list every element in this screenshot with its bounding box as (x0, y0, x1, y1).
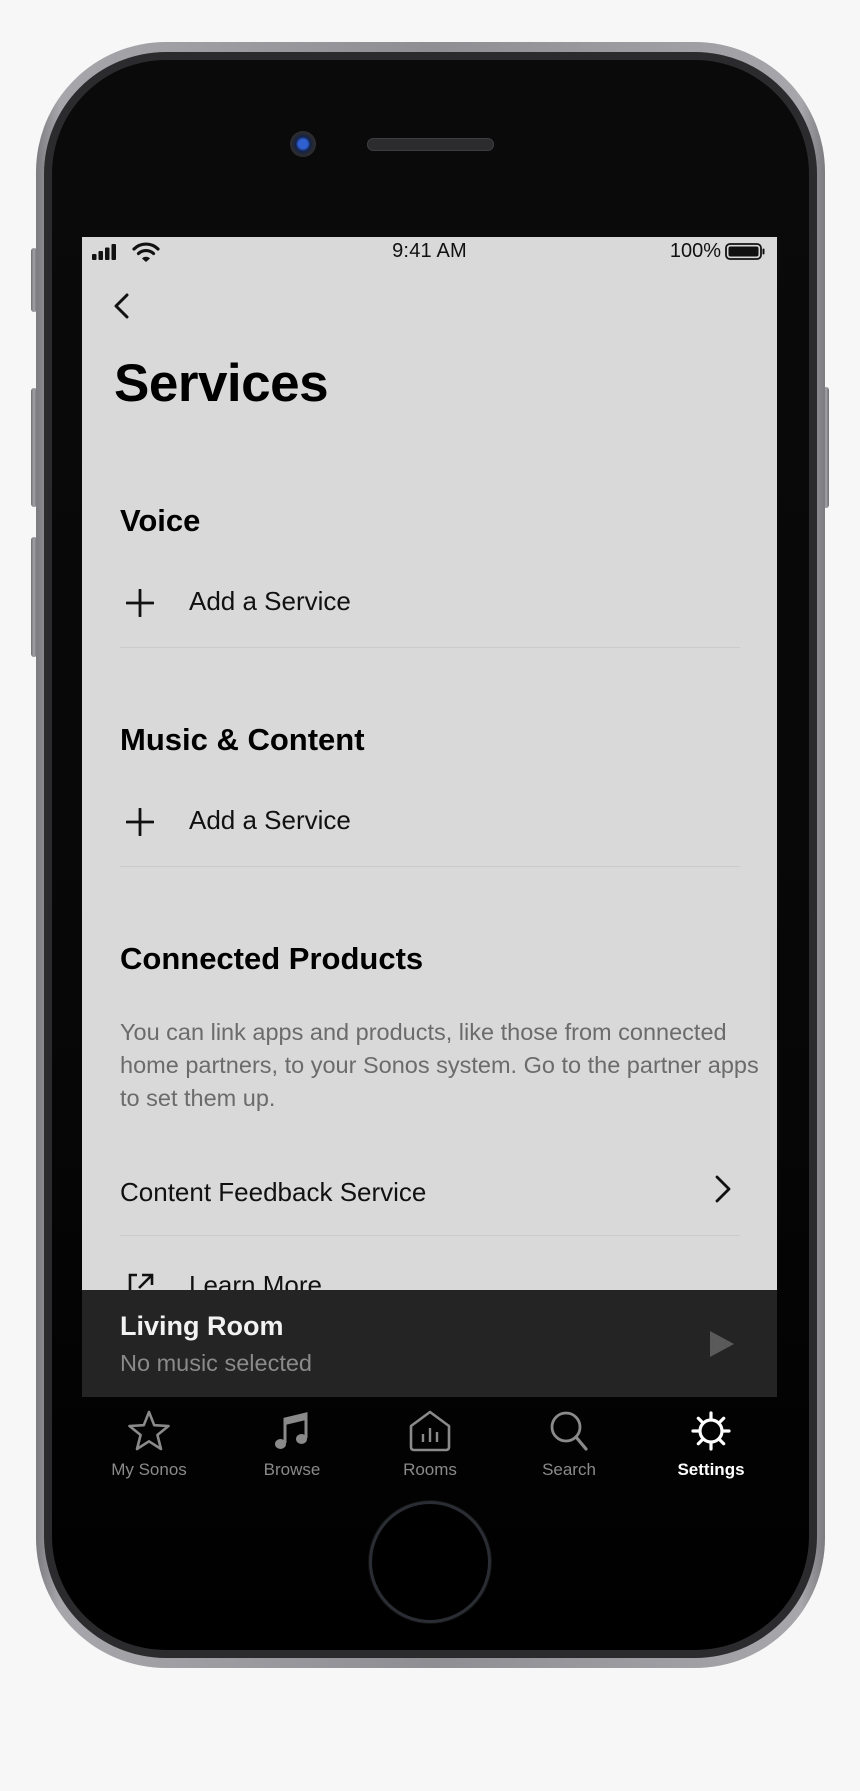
mini-player[interactable]: Living Room No music selected (82, 1290, 777, 1397)
section-heading-voice: Voice (120, 503, 201, 538)
divider (120, 647, 740, 648)
tab-label: Rooms (403, 1460, 457, 1479)
divider (120, 1235, 740, 1236)
page-title: Services (114, 354, 329, 413)
tab-search[interactable]: Search (509, 1397, 629, 1487)
play-button[interactable] (709, 1330, 735, 1358)
music-add-service-row[interactable]: Add a Service (120, 791, 740, 865)
plus-icon (126, 808, 154, 836)
music-add-service-label: Add a Service (189, 805, 351, 835)
tab-label: Settings (677, 1460, 745, 1479)
tab-rooms[interactable]: Rooms (370, 1397, 490, 1487)
tab-my-sonos[interactable]: My Sonos (89, 1397, 209, 1487)
voice-add-service-row[interactable]: Add a Service (120, 573, 740, 647)
battery-percent: 100% (669, 240, 721, 262)
gear-icon (691, 1411, 731, 1451)
tab-bar: My Sonos Browse Rooms Search Settings (82, 1397, 777, 1487)
content-feedback-service-label: Content Feedback Service (120, 1177, 427, 1207)
front-camera (290, 131, 316, 157)
tab-settings[interactable]: Settings (651, 1397, 771, 1487)
mini-player-status: No music selected (120, 1350, 312, 1376)
tab-label: Browse (263, 1460, 321, 1479)
play-icon (710, 1331, 734, 1357)
music-note-icon (275, 1412, 308, 1449)
connected-products-description: You can link apps and products, like tho… (120, 1019, 759, 1111)
earpiece-speaker (367, 138, 494, 151)
rooms-house-icon (409, 1410, 451, 1452)
tab-label: My Sonos (111, 1460, 187, 1479)
search-icon (550, 1411, 588, 1451)
section-heading-connected-products: Connected Products (120, 941, 424, 976)
status-bar: 9:41 AM 100% (82, 237, 777, 267)
mini-player-room: Living Room (120, 1311, 284, 1341)
battery-full-icon (725, 243, 765, 260)
back-button[interactable] (108, 289, 136, 323)
chevron-left-icon (114, 293, 129, 319)
divider (120, 866, 740, 867)
screen: 9:41 AM 100% Services Voice Add a Servic… (82, 237, 777, 1397)
star-icon (128, 1410, 170, 1451)
tab-label: Search (542, 1460, 596, 1479)
section-heading-music-content: Music & Content (120, 722, 365, 757)
chevron-right-icon (715, 1175, 731, 1203)
home-button[interactable] (369, 1501, 491, 1623)
content-feedback-service-row[interactable]: Content Feedback Service (120, 1149, 740, 1235)
voice-add-service-label: Add a Service (189, 586, 351, 616)
tab-browse[interactable]: Browse (232, 1397, 352, 1487)
plus-icon (126, 589, 154, 617)
